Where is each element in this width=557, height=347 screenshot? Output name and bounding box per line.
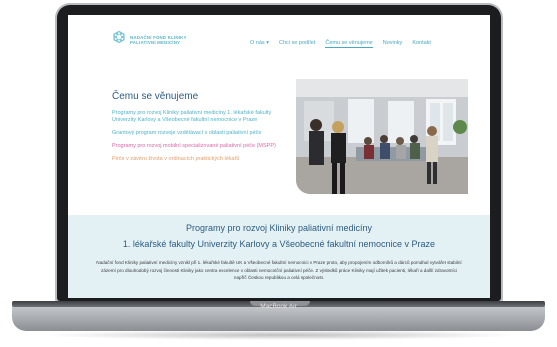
seminar-photo-image: [296, 79, 468, 194]
program-link-education-grant[interactable]: Grantový program rozvoje vzdělávací v ob…: [112, 130, 290, 137]
site-header: NADAČNÍ FOND KLINIKY PALIATIVNÍ MEDICÍNY…: [68, 15, 490, 67]
band-title-line-2: 1. lékařské fakulty Univerzity Karlovy a…: [122, 239, 436, 249]
section-title: Čemu se věnujeme: [112, 91, 199, 102]
nav-item-contact[interactable]: Kontakt: [412, 40, 431, 48]
program-link-clinic[interactable]: Programy pro rozvoj Kliniky paliativní m…: [112, 110, 290, 124]
program-link-end-of-life[interactable]: Péče v závěru života v ordinacích prakti…: [112, 156, 290, 163]
main-menu: O nás ▾ Chci se podílet Čemu se věnujeme…: [250, 40, 431, 48]
nav-item-about[interactable]: O nás ▾: [250, 40, 269, 48]
logo-line-2: PALIATIVNÍ MEDICÍNY: [130, 40, 181, 46]
logo-text[interactable]: NADAČNÍ FOND KLINIKY PALIATIVNÍ MEDICÍNY: [130, 35, 187, 46]
device-label: MacBook Air: [260, 303, 297, 310]
band-description: Nadační fond Kliniky paliativní medicíny…: [96, 260, 462, 281]
nav-item-what-we-do[interactable]: Čemu se věnujeme: [325, 40, 373, 48]
program-link-mspp[interactable]: Programy pro rozvoj mobilní specializova…: [112, 143, 290, 150]
program-links: Programy pro rozvoj Kliniky paliativní m…: [112, 110, 290, 169]
foundation-logo-icon: [113, 30, 125, 44]
laptop-shadow: [40, 330, 520, 340]
nav-item-news[interactable]: Novinky: [383, 40, 403, 48]
nav-item-get-involved[interactable]: Chci se podílet: [279, 40, 315, 48]
band-title-line-1: Programy pro rozvoj Kliniky paliativní m…: [185, 223, 373, 233]
screen: NADAČNÍ FOND KLINIKY PALIATIVNÍ MEDICÍNY…: [68, 15, 490, 298]
seminar-photo: [296, 79, 468, 194]
laptop-mockup: NADAČNÍ FOND KLINIKY PALIATIVNÍ MEDICÍNY…: [0, 0, 557, 347]
